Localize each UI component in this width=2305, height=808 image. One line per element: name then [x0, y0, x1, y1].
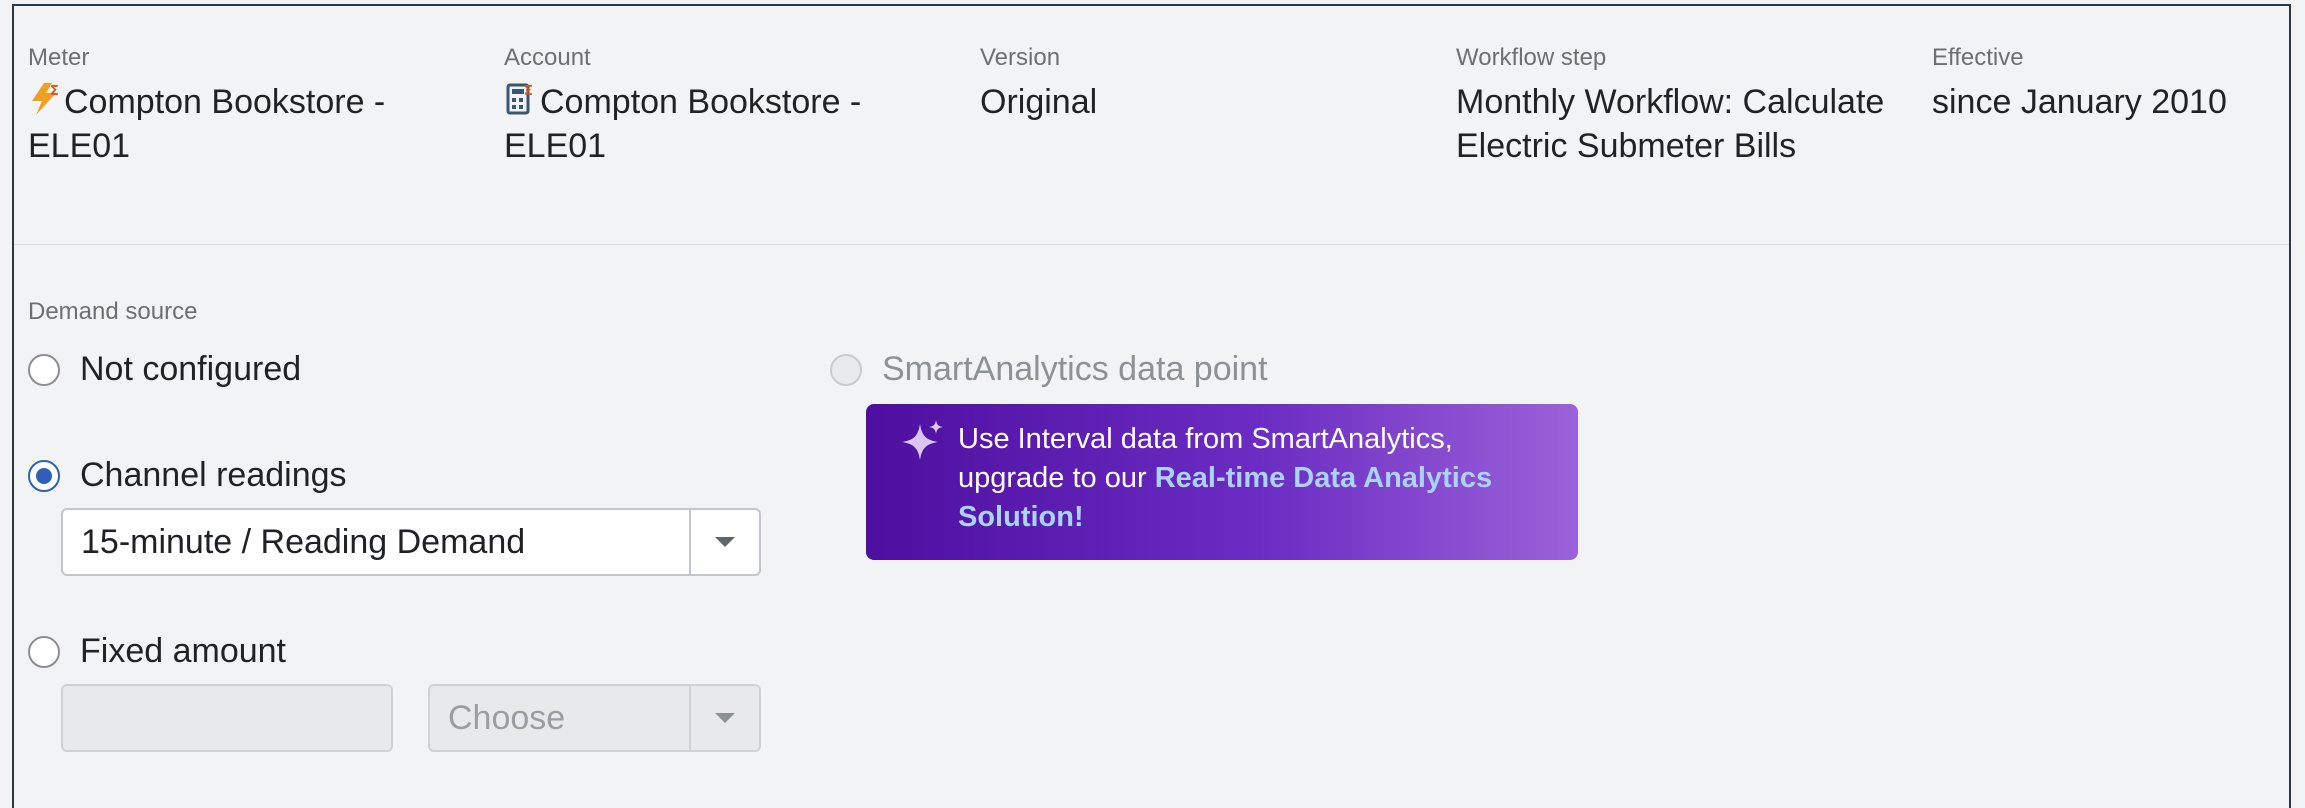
svg-text:Σ: Σ [50, 84, 59, 99]
chevron-down-icon [715, 713, 735, 723]
upgrade-promo-banner: Use Interval data from SmartAnalytics, u… [866, 404, 1578, 560]
sparkle-icon [898, 418, 946, 466]
channel-select[interactable]: 15-minute / Reading Demand [61, 508, 761, 576]
version-column: Version Original [980, 44, 1420, 124]
smartanalytics-label: SmartAnalytics data point [882, 350, 1268, 388]
workflow-label: Workflow step [1456, 44, 1607, 71]
option-not-configured[interactable]: Not configured [28, 350, 301, 389]
option-channel-readings[interactable]: Channel readings [28, 456, 347, 495]
account-value[interactable]: Σ Compton Bookstore - ELE01 [504, 80, 944, 168]
account-label: Account [504, 44, 591, 71]
svg-text:Σ: Σ [524, 84, 533, 99]
effective-label: Effective [1932, 44, 2024, 71]
effective-value: since January 2010 [1932, 83, 2227, 121]
fixed-unit-placeholder: Choose [448, 698, 566, 737]
meter-column: Meter Σ Compton Bookstore - ELE01 [28, 44, 468, 168]
channel-select-toggle[interactable] [689, 510, 759, 574]
meter-bolt-icon: Σ [28, 81, 62, 117]
account-name: Compton Bookstore - ELE01 [504, 83, 862, 165]
account-calculator-icon: Σ [504, 81, 538, 117]
effective-column: Effective since January 2010 [1932, 44, 2272, 124]
fixed-unit-select[interactable]: Choose [428, 684, 761, 752]
demand-source-label: Demand source [28, 298, 198, 325]
meter-name: Compton Bookstore - ELE01 [28, 83, 386, 165]
not-configured-label: Not configured [80, 350, 302, 388]
account-column: Account Σ Compton Bookstore - ELE01 [504, 44, 944, 168]
version-value: Original [980, 83, 1098, 121]
summary-header: Meter Σ Compton Bookstore - ELE01 Accoun… [14, 6, 2289, 245]
radio-fixed-amount[interactable] [28, 635, 60, 668]
channel-readings-label: Channel readings [80, 456, 347, 494]
meter-config-panel: Meter Σ Compton Bookstore - ELE01 Accoun… [12, 4, 2291, 808]
option-smartanalytics: SmartAnalytics data point [830, 350, 1268, 389]
fixed-amount-label: Fixed amount [80, 632, 286, 670]
radio-smartanalytics [830, 353, 862, 386]
option-fixed-amount[interactable]: Fixed amount [28, 632, 286, 671]
chevron-down-icon [715, 537, 735, 547]
workflow-value: Monthly Workflow: Calculate Electric Sub… [1456, 83, 1885, 165]
workflow-column: Workflow step Monthly Workflow: Calculat… [1456, 44, 1916, 168]
meter-label: Meter [28, 44, 90, 71]
radio-channel-readings[interactable] [28, 459, 60, 492]
channel-select-value: 15-minute / Reading Demand [81, 522, 526, 561]
fixed-amount-input[interactable] [61, 684, 393, 752]
promo-text: Use Interval data from SmartAnalytics, u… [958, 420, 1558, 537]
fixed-unit-toggle[interactable] [689, 686, 759, 750]
meter-value[interactable]: Σ Compton Bookstore - ELE01 [28, 80, 468, 168]
radio-not-configured[interactable] [28, 353, 60, 386]
version-label: Version [980, 44, 1061, 71]
